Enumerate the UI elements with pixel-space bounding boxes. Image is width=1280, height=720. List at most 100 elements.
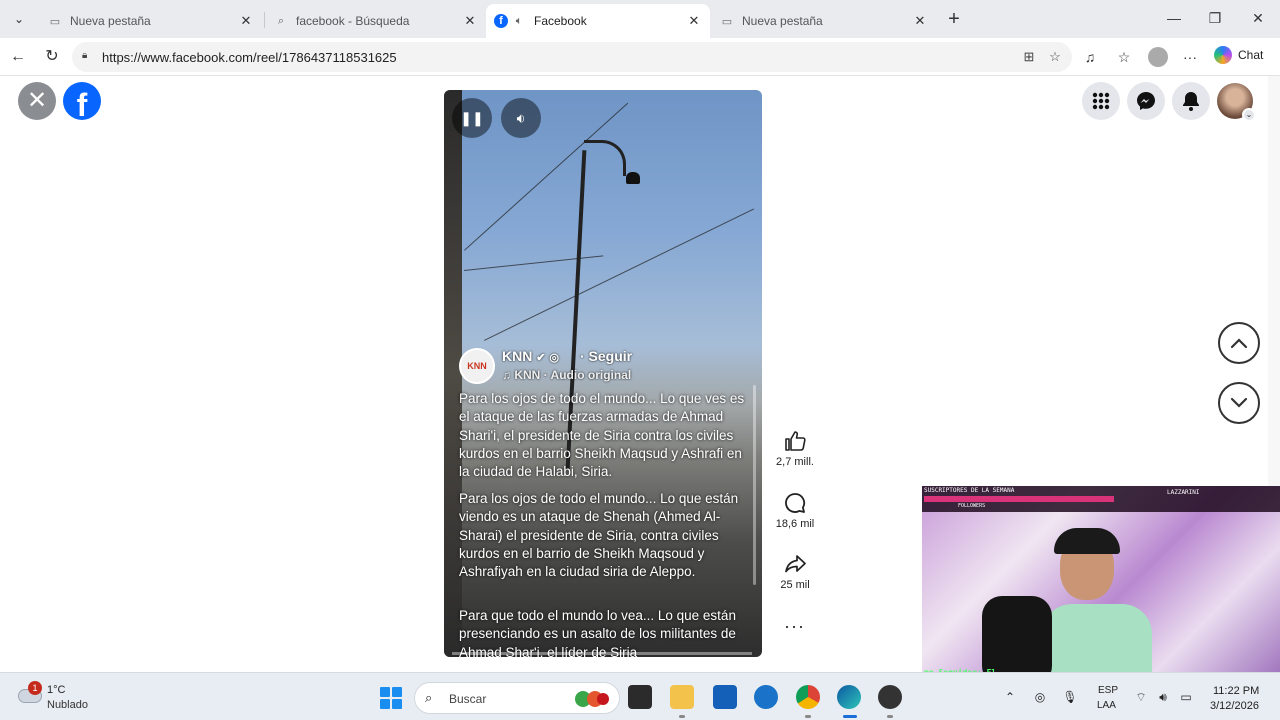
notifications-button[interactable]	[1172, 82, 1210, 120]
streamer-figure	[1042, 526, 1152, 686]
caption-paragraph-2: Para los ojos de todo el mundo... Lo que…	[459, 491, 739, 580]
tab-facebook-busqueda[interactable]: ⌕ facebook - Búsqueda ✕	[266, 4, 486, 38]
windows-logo-tile	[380, 687, 390, 697]
share-count: 25 mil	[780, 579, 810, 591]
volume-icon[interactable]: 🔊︎	[1155, 689, 1171, 705]
more-options-button[interactable]: ···	[784, 616, 805, 637]
running-indicator	[887, 715, 893, 718]
outlook-icon[interactable]	[754, 685, 778, 709]
tab-actions-menu-button[interactable]: ⌄	[8, 8, 30, 30]
apps-available-icon[interactable]: ⊞	[1020, 48, 1038, 66]
account-avatar[interactable]: ⌄	[1217, 83, 1256, 122]
minimize-button[interactable]: —	[1164, 8, 1184, 28]
tray-app-icon[interactable]: ◎	[1032, 689, 1048, 705]
start-button[interactable]	[380, 687, 402, 709]
close-tab-icon[interactable]: ✕	[238, 13, 254, 29]
refresh-button[interactable]: ↻	[42, 47, 62, 67]
video-wire	[484, 208, 755, 341]
next-reel-button[interactable]	[1218, 382, 1260, 424]
volume-button[interactable]: 🔉︎	[501, 98, 541, 138]
address-bar[interactable]: 🔒︎ https://www.facebook.com/reel/1786437…	[72, 42, 1072, 72]
overlay-top-right-text: LAZZARINI	[1167, 489, 1200, 496]
audio-link[interactable]: ♫ KNN · Audio original	[502, 368, 631, 382]
messenger-icon	[1137, 92, 1155, 110]
microphone-icon[interactable]: 🎙︎	[1062, 689, 1078, 705]
new-tab-button[interactable]: +	[943, 8, 965, 30]
url-text[interactable]: https://www.facebook.com/reel/1786437118…	[102, 50, 397, 65]
caption-scrollbar[interactable]	[753, 385, 756, 585]
windows-logo-tile	[380, 699, 390, 709]
tab-nueva-pestana-2[interactable]: ▭ Nueva pestaña ✕	[712, 4, 936, 38]
verified-badge-icon: ✔︎	[536, 352, 546, 364]
weather-description[interactable]: Nublado	[47, 699, 88, 711]
channel-name[interactable]: KNN ✔︎ ◎	[502, 348, 559, 364]
video-wire	[464, 255, 604, 271]
keyboard-layout-indicator[interactable]: LAA	[1097, 700, 1116, 711]
close-window-button[interactable]: ✕	[1248, 8, 1268, 28]
battery-icon[interactable]: ▭	[1178, 689, 1194, 705]
settings-more-icon[interactable]: ···	[1180, 47, 1200, 67]
edge-icon[interactable]	[837, 685, 861, 709]
previous-reel-button[interactable]	[1218, 322, 1260, 364]
favorites-icon[interactable]: ☆	[1114, 47, 1134, 67]
messenger-button[interactable]	[1127, 82, 1165, 120]
share-icon	[770, 553, 820, 579]
clock-time[interactable]: 11:22 PM	[1213, 685, 1259, 697]
notification-badge: 1	[28, 681, 42, 695]
language-indicator[interactable]: ESP	[1098, 685, 1118, 696]
chrome-icon[interactable]	[796, 685, 820, 709]
taskbar-search[interactable]: ⌕ Buscar	[414, 682, 620, 714]
channel-name-text: KNN	[502, 348, 533, 364]
profile-avatar[interactable]	[1148, 47, 1168, 67]
chevron-down-icon	[1230, 397, 1248, 408]
globe-icon: ◎	[549, 352, 559, 364]
weather-temperature[interactable]: 1°C	[47, 684, 65, 696]
microsoft-store-icon[interactable]	[713, 685, 737, 709]
menu-grid-button[interactable]	[1082, 82, 1120, 120]
close-tab-icon[interactable]: ✕	[462, 13, 478, 29]
windows-logo-tile	[392, 699, 402, 709]
navigation-bar: ← ↻ 🔒︎ https://www.facebook.com/reel/178…	[0, 38, 1280, 76]
search-highlight-icon	[575, 691, 609, 707]
weather-widget[interactable]: 1	[18, 681, 44, 707]
tab-label: Nueva pestaña	[742, 14, 823, 28]
overlay-followers-label: FOLLOWERS	[958, 503, 986, 509]
lock-icon[interactable]: 🔒︎	[82, 50, 94, 62]
webcam-overlay: SUSCRIPTORES DE LA SEMANA LAZZARINI FOLL…	[922, 486, 1280, 686]
favorite-star-icon[interactable]: ☆	[1046, 48, 1064, 66]
follow-link[interactable]: · Seguir	[580, 348, 632, 364]
file-explorer-icon[interactable]	[670, 685, 694, 709]
pause-button[interactable]: ❚❚	[452, 98, 492, 138]
share-button[interactable]: 25 mil	[770, 553, 820, 591]
video-lamp-arm	[584, 140, 626, 176]
facebook-logo[interactable]: f	[63, 82, 101, 120]
tab-facebook[interactable]: f 🔈︎ Facebook ✕	[486, 4, 710, 38]
task-view-icon[interactable]	[628, 685, 652, 709]
close-tab-icon[interactable]: ✕	[686, 13, 702, 29]
overlay-top-left-text: SUSCRIPTORES DE LA SEMANA	[924, 487, 1015, 494]
video-lamp	[626, 172, 640, 184]
channel-avatar[interactable]: KNN	[459, 348, 495, 384]
chat-label: Chat	[1238, 48, 1264, 62]
clock-date[interactable]: 3/12/2026	[1210, 700, 1259, 712]
close-reel-button[interactable]: ✕	[18, 82, 56, 120]
tab-nueva-pestana-1[interactable]: ▭ Nueva pestaña ✕	[40, 4, 262, 38]
media-icon[interactable]: ♫	[1080, 47, 1100, 67]
active-indicator	[843, 715, 857, 718]
copilot-icon	[1214, 46, 1232, 64]
facebook-icon: f	[494, 14, 508, 28]
search-placeholder: Buscar	[449, 692, 487, 706]
reel-video[interactable]: ❚❚ 🔉︎ KNN KNN ✔︎ ◎ · Seguir ♫ KNN · Audi…	[444, 90, 762, 657]
video-progress-bar[interactable]	[452, 652, 752, 655]
close-tab-icon[interactable]: ✕	[912, 13, 928, 29]
caption-paragraph-1: Para los ojos de todo el mundo... Lo que…	[459, 391, 745, 480]
obs-icon[interactable]	[878, 685, 902, 709]
chevron-up-icon[interactable]: ⌃	[1002, 689, 1018, 705]
like-button[interactable]: 2,7 mill.	[770, 430, 820, 468]
speaker-icon[interactable]: 🔈︎	[512, 14, 526, 28]
comment-button[interactable]: 18,6 mil	[770, 492, 820, 530]
wifi-icon[interactable]: ⌔	[1133, 689, 1149, 705]
restore-button[interactable]: ❐	[1205, 8, 1225, 28]
copilot-chat-button[interactable]: Chat	[1214, 46, 1263, 64]
back-button[interactable]: ←	[8, 47, 28, 67]
